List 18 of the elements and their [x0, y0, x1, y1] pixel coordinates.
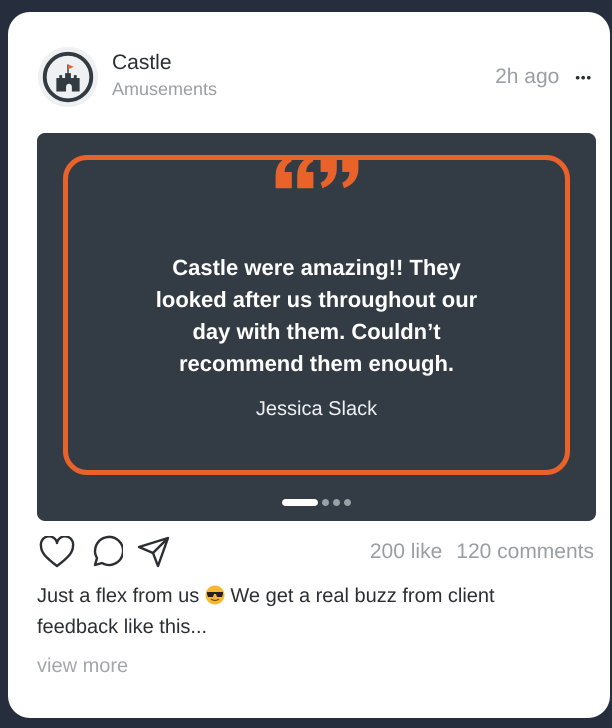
carousel-dot[interactable] [344, 499, 351, 506]
post-time: 2h ago [495, 65, 560, 89]
carousel-dot[interactable] [322, 499, 329, 506]
castle-logo-icon [37, 46, 99, 108]
author-name: Castle [112, 50, 173, 74]
carousel-dot[interactable] [333, 499, 340, 506]
sunglasses-face-icon [204, 585, 225, 605]
caption-text: feedback like this... [37, 616, 208, 638]
send-icon[interactable] [137, 535, 171, 569]
caption-text: Just a flex from us [37, 585, 200, 607]
testimonial-quote: Castle were amazing!! They looked after us throughout our day with them. Couldn’t recommend them enough. [154, 254, 478, 378]
like-count: 200 like [370, 540, 442, 564]
author-subtitle: Amusements [112, 78, 218, 100]
caption-text: We get a real buzz from client [230, 585, 495, 607]
more-options-button[interactable]: ••• [573, 70, 594, 84]
testimonial-author: Jessica Slack [256, 398, 378, 421]
heart-icon[interactable] [39, 536, 75, 568]
comment-count: 120 comments [456, 540, 594, 564]
